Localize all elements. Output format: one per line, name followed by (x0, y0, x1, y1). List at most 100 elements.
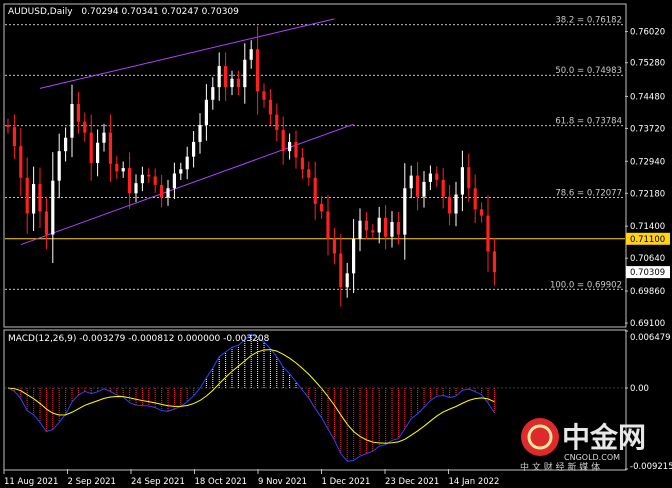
candle-bear (416, 175, 420, 197)
macd-histogram (13, 334, 495, 462)
candle-bull (198, 125, 202, 142)
candle-bear (256, 49, 260, 92)
price-tick-label: 0.76020 (630, 28, 665, 38)
last-price-tag-label: 0.70309 (630, 268, 665, 278)
support-price-tag-label: 0.71100 (630, 235, 665, 245)
candle-bear (313, 177, 317, 204)
candle-bull (249, 49, 253, 60)
candle-bull (428, 173, 432, 182)
candle-bear (473, 188, 477, 210)
fib-label: 78.6 = 0.72077 (555, 189, 622, 199)
candle-bull (57, 151, 61, 181)
macd-tick-label: 0.006479 (630, 333, 671, 343)
candle-bear (364, 220, 368, 231)
candle-bear (38, 184, 42, 212)
candle-bull (121, 168, 125, 172)
candle-bull (192, 141, 196, 157)
candle-bear (128, 168, 132, 194)
time-tick-label: 1 Dec 2021 (322, 477, 371, 487)
price-tick-label: 0.71400 (630, 222, 665, 232)
price-tick-label: 0.74480 (630, 92, 665, 102)
candle-bull (403, 188, 407, 235)
time-tick-label: 9 Nov 2021 (258, 477, 307, 487)
candle-bull (96, 142, 100, 163)
candle-bear (76, 103, 80, 122)
candle-bear (153, 176, 157, 185)
fib-label: 38.2 = 0.76182 (555, 16, 622, 26)
candle-bear (371, 230, 375, 233)
candle-bull (358, 220, 362, 239)
candle-bull (70, 103, 74, 138)
candle-bull (204, 99, 208, 126)
candle-bear (160, 184, 164, 198)
candlestick-series (6, 26, 496, 307)
candle-bear (281, 130, 285, 152)
candle-bear (262, 91, 266, 100)
candle-bull (454, 194, 458, 214)
candle-bear (12, 127, 16, 147)
candle-bear (480, 209, 484, 216)
candle-bear (307, 169, 311, 178)
candle-bear (332, 238, 336, 254)
candle-bull (217, 66, 221, 88)
macd-tick-label: -0.009215 (630, 462, 672, 472)
candle-bear (236, 78, 240, 88)
candle-bear (268, 99, 272, 115)
watermark-url: CNGOLD.COM (564, 453, 620, 462)
candle-bull (51, 180, 55, 235)
candle-bear (6, 125, 10, 128)
price-tick-label: 0.69100 (630, 319, 665, 329)
logo-icon (521, 418, 559, 456)
price-tick-label: 0.75280 (630, 59, 665, 69)
time-tick-label: 14 Jan 2022 (449, 477, 500, 487)
candle-bear (44, 211, 48, 235)
candle-bull (185, 156, 189, 170)
candle-bear (115, 163, 119, 172)
fib-label: 61.8 = 0.73784 (555, 117, 622, 127)
candle-bear (448, 196, 452, 214)
candle-bear (467, 167, 471, 189)
candle-bull (345, 273, 349, 288)
candle-bear (435, 173, 439, 180)
ohlc-values: 0.70294 0.70341 0.70247 0.70309 (81, 7, 239, 17)
price-axis: 0.76020 0.75280 0.74480 0.73720 0.72940 0.721… (625, 28, 670, 329)
candle-bull (352, 238, 356, 274)
time-tick-label: 2 Sep 2021 (68, 477, 116, 487)
channel-upper-line (39, 18, 335, 89)
candle-bull (243, 59, 247, 88)
candle-bull (64, 137, 68, 152)
time-tick-label: 18 Oct 2021 (195, 477, 248, 487)
time-axis: 11 Aug 2021 2 Sep 2021 24 Sep 2021 18 Oct 2… (3, 469, 500, 487)
candle-bull (140, 174, 144, 184)
candle-bear (25, 177, 29, 214)
price-tick-label: 0.73720 (630, 124, 665, 134)
chart-canvas: 38.2 = 0.76182 50.0 = 0.74983 61.8 = 0.737… (3, 3, 672, 487)
candle-bull (179, 169, 183, 174)
candle-bear (294, 141, 298, 158)
candle-bull (409, 175, 413, 189)
price-tick-label: 0.72940 (630, 157, 665, 167)
candle-bear (384, 217, 388, 237)
price-tick-label: 0.70640 (630, 254, 665, 264)
channel-lower-line (20, 123, 354, 246)
price-tick-label: 0.69860 (630, 287, 665, 297)
candle-bear (275, 114, 279, 131)
chart-title: AUDUSD,Daily 0.70294 0.70341 0.70247 0.7… (8, 7, 239, 17)
price-tick-label: 0.72180 (630, 189, 665, 199)
candle-bull (172, 173, 176, 189)
candle-bull (377, 217, 381, 233)
watermark-brand: 中金网 (562, 421, 646, 454)
candle-bull (134, 183, 138, 194)
candle-bull (102, 132, 106, 143)
candle-bear (486, 215, 490, 252)
candle-bull (211, 87, 215, 100)
candle-bear (108, 132, 112, 164)
candle-bull (230, 78, 234, 88)
candle-bear (224, 66, 228, 88)
candle-bear (147, 174, 151, 177)
candle-bear (441, 179, 445, 197)
candle-bull (32, 184, 36, 214)
time-tick-label: 24 Sep 2021 (131, 477, 185, 487)
candle-bull (288, 141, 292, 152)
time-tick-label: 11 Aug 2021 (4, 477, 58, 487)
